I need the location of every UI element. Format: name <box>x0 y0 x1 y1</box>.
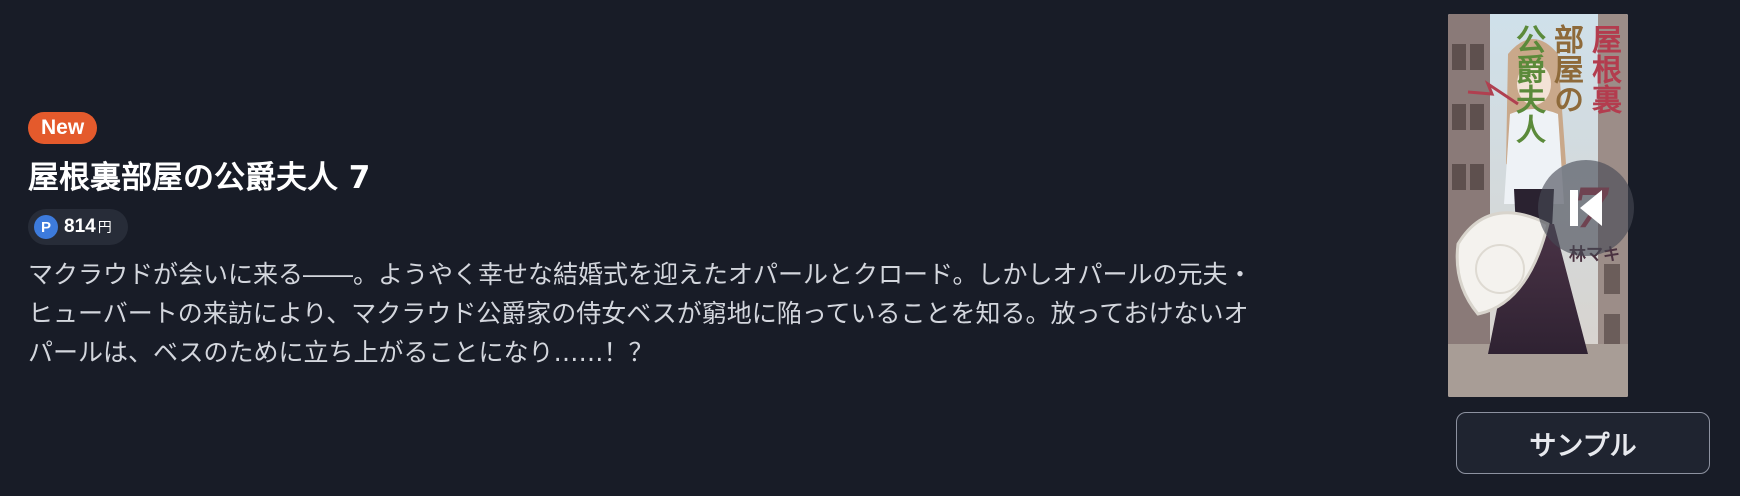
play-skip-glyph <box>1570 190 1602 226</box>
description-line: パールは、ベスのために立ち上がることになり……！？ <box>28 338 654 367</box>
play-skip-icon[interactable] <box>1538 160 1634 256</box>
price-pill: P 814 円 <box>28 209 128 245</box>
sample-button[interactable]: サンプル <box>1456 412 1710 474</box>
point-icon: P <box>34 215 58 239</box>
description-line: マクラウドが会いに来る――。ようやく幸せな結婚式を迎えたオパールとクロード。しか… <box>28 260 1253 289</box>
cover-title: 屋根裏 部屋の 公爵夫人 <box>1510 24 1621 144</box>
book-title[interactable]: 屋根裏部屋の公爵夫人 7 <box>28 156 1418 200</box>
book-info: New 屋根裏部屋の公爵夫人 7 P 814 円 マクラウドが会いに来る――。よ… <box>28 112 1418 372</box>
cover-title-col: 部屋の <box>1548 24 1583 114</box>
price-unit: 円 <box>97 220 112 236</box>
description-line: ヒューバートの来訪により、マクラウド公爵家の侍女ベスが窮地に陥っていることを知る… <box>28 299 1249 328</box>
price-value: 814 <box>64 216 96 237</box>
book-detail-page: New 屋根裏部屋の公爵夫人 7 P 814 円 マクラウドが会いに来る――。よ… <box>0 0 1740 496</box>
cover-title-col: 公爵夫人 <box>1510 24 1545 144</box>
new-badge: New <box>28 112 98 144</box>
cover-title-col: 屋根裏 <box>1586 24 1621 114</box>
book-description: マクラウドが会いに来る――。ようやく幸せな結婚式を迎えたオパールとクロード。しか… <box>28 255 1418 372</box>
